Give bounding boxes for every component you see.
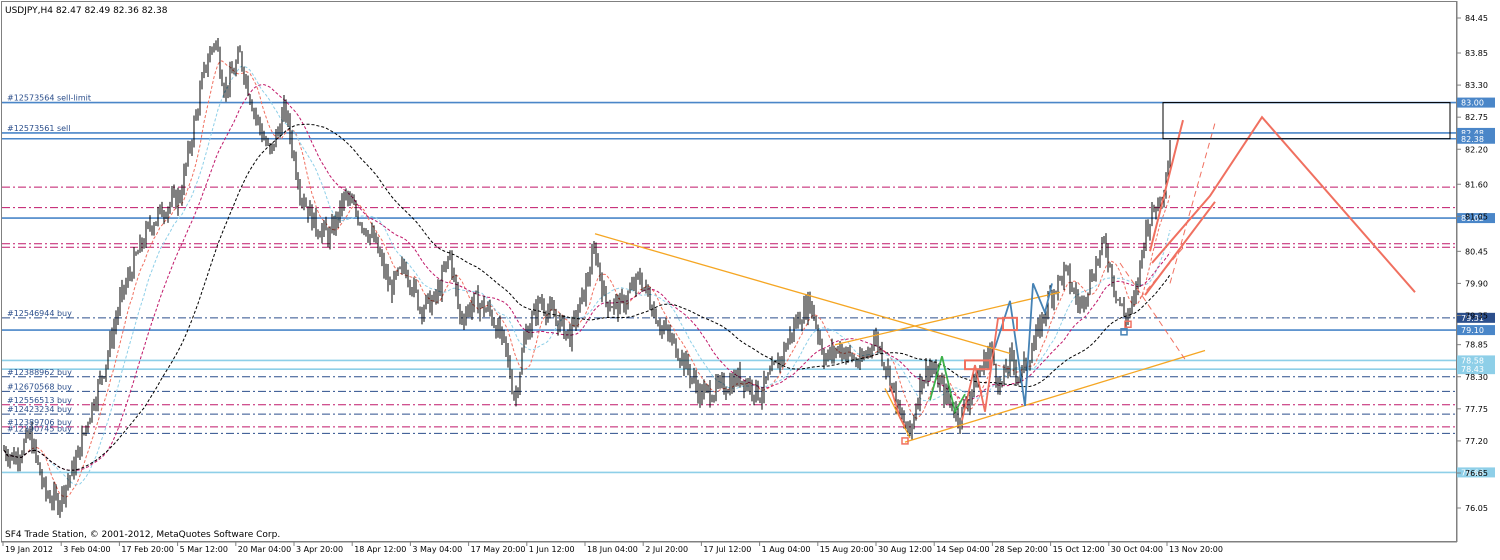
y-tick-label-15: 76.05 [1465,504,1488,513]
order-label-14: #12556513 buy [7,396,72,405]
x-tick-label-2: 17 Feb 20:00 [121,545,173,554]
order-label-0: #12573564 sell-limit [7,94,91,103]
order-label-13: #12670568 buy [7,382,72,391]
x-tick-label-12: 17 Jul 12:00 [703,545,751,554]
x-tick-label-4: 20 Mar 04:00 [238,545,291,554]
price-tag-0: 83.00 [1461,99,1484,108]
y-tick-label-8: 79.90 [1465,279,1488,288]
y-tick-label-4: 82.20 [1465,145,1488,154]
y-tick-label-13: 77.20 [1465,437,1488,446]
y-tick-label-5: 81.60 [1465,180,1488,189]
x-tick-label-11: 2 Jul 20:00 [645,545,688,554]
x-tick-label-7: 3 May 04:00 [412,545,462,554]
symbol-header: USDJPY,H4 82.47 82.49 82.36 82.38 [5,6,168,16]
y-tick-label-12: 77.75 [1465,405,1488,414]
x-tick-label-9: 1 Jun 12:00 [529,545,575,554]
y-tick-label-14: 76.65 [1465,469,1488,478]
order-label-1: #12573561 sell [7,124,71,133]
x-tick-label-5: 3 Apr 20:00 [296,545,343,554]
y-tick-label-3: 82.75 [1465,113,1488,122]
x-tick-label-6: 18 Apr 12:00 [354,545,406,554]
price-tag-9: 79.10 [1461,326,1484,335]
y-tick-label-9: 79.35 [1465,312,1488,321]
order-label-8: #12546944 buy [7,309,72,318]
price-tag-2: 82.38 [1461,135,1484,144]
price-tag-10: 78.58 [1461,356,1484,365]
y-tick-label-11: 78.30 [1465,373,1488,382]
x-tick-label-14: 15 Aug 20:00 [820,545,874,554]
y-tick-label-6: 81.05 [1465,212,1488,221]
x-tick-label-15: 30 Aug 12:00 [878,545,932,554]
order-label-15: #12423234 buy [7,405,72,414]
price-chart[interactable]: #12573564 sell-limit 83.00 #12573561 sell 8… [0,0,1500,556]
order-label-17: #12390745 buy [7,424,72,433]
y-tick-label-1: 83.85 [1465,49,1488,58]
x-tick-label-3: 5 Mar 12:00 [180,545,228,554]
y-tick-label-0: 84.45 [1465,14,1488,23]
x-tick-label-0: 19 Jan 2012 [5,545,53,554]
copyright-text: SF4 Trade Station, © 2001-2012, MetaQuot… [5,530,280,540]
x-tick-label-19: 30 Oct 04:00 [1111,545,1163,554]
x-tick-label-16: 14 Sep 04:00 [936,545,989,554]
x-tick-label-13: 1 Aug 04:00 [762,545,811,554]
chart-window[interactable]: #12573564 sell-limit 83.00 #12573561 sell 8… [0,0,1500,556]
x-tick-label-1: 3 Feb 04:00 [63,545,110,554]
x-tick-label-8: 17 May 20:00 [471,545,526,554]
y-tick-label-10: 78.85 [1465,341,1488,350]
x-tick-label-10: 18 Jun 04:00 [587,545,638,554]
x-tick-label-18: 15 Oct 12:00 [1053,545,1105,554]
x-tick-label-17: 28 Sep 20:00 [994,545,1047,554]
y-tick-label-7: 80.45 [1465,247,1488,256]
x-tick-label-20: 13 Nov 20:00 [1169,545,1223,554]
order-label-12: #12388962 buy [7,368,72,377]
y-tick-label-2: 83.30 [1465,81,1488,90]
